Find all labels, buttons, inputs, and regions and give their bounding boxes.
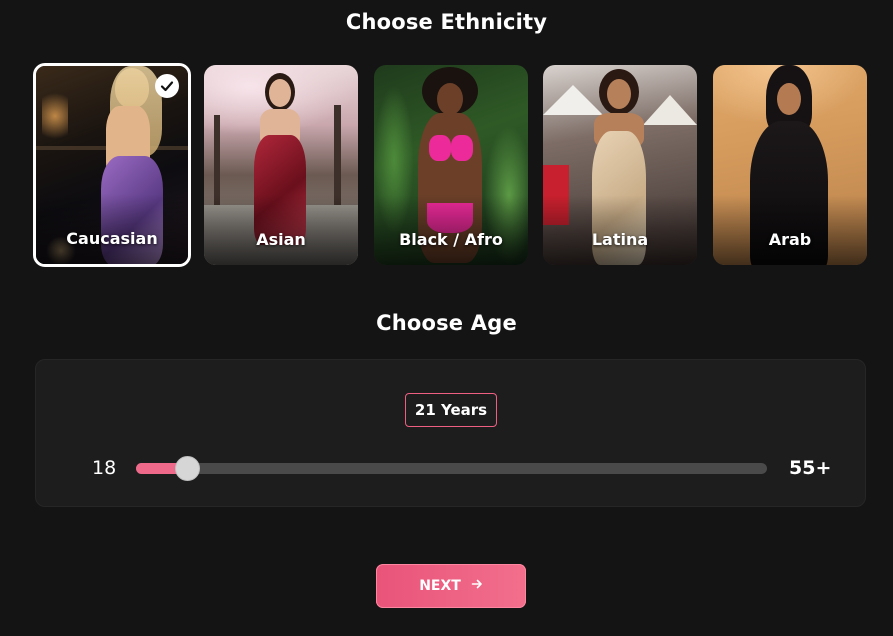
ethnicity-label: Latina — [591, 230, 649, 249]
ethnicity-card-latina[interactable]: Latina — [543, 65, 697, 265]
ethnicity-label: Black / Afro — [399, 230, 503, 249]
age-value-badge: 21 Years — [405, 393, 497, 427]
next-button-label: NEXT — [419, 578, 461, 594]
check-icon — [155, 74, 179, 98]
age-slider-track[interactable] — [136, 463, 767, 474]
ethnicity-card-black-afro[interactable]: Black / Afro — [374, 65, 528, 265]
ethnicity-label: Asian — [256, 230, 306, 249]
age-title: Choose Age — [376, 311, 517, 335]
ethnicity-label: Caucasian — [66, 229, 158, 248]
ethnicity-title: Choose Ethnicity — [345, 10, 548, 34]
ethnicity-label: Arab — [768, 230, 812, 249]
age-min-label: 18 — [92, 457, 117, 479]
age-slider-thumb[interactable] — [174, 456, 200, 481]
ethnicity-card-asian[interactable]: Asian — [204, 65, 358, 265]
next-button[interactable]: NEXT — [376, 564, 526, 608]
ethnicity-card-arab[interactable]: Arab — [713, 65, 867, 265]
ethnicity-options: Caucasian Asian Black / Afro Latina Arab — [33, 63, 867, 267]
arrow-right-icon — [471, 578, 483, 594]
age-max-label: 55+ — [789, 457, 832, 479]
ethnicity-card-caucasian[interactable]: Caucasian — [33, 63, 191, 267]
age-panel: 21 Years 18 55+ — [35, 359, 866, 507]
